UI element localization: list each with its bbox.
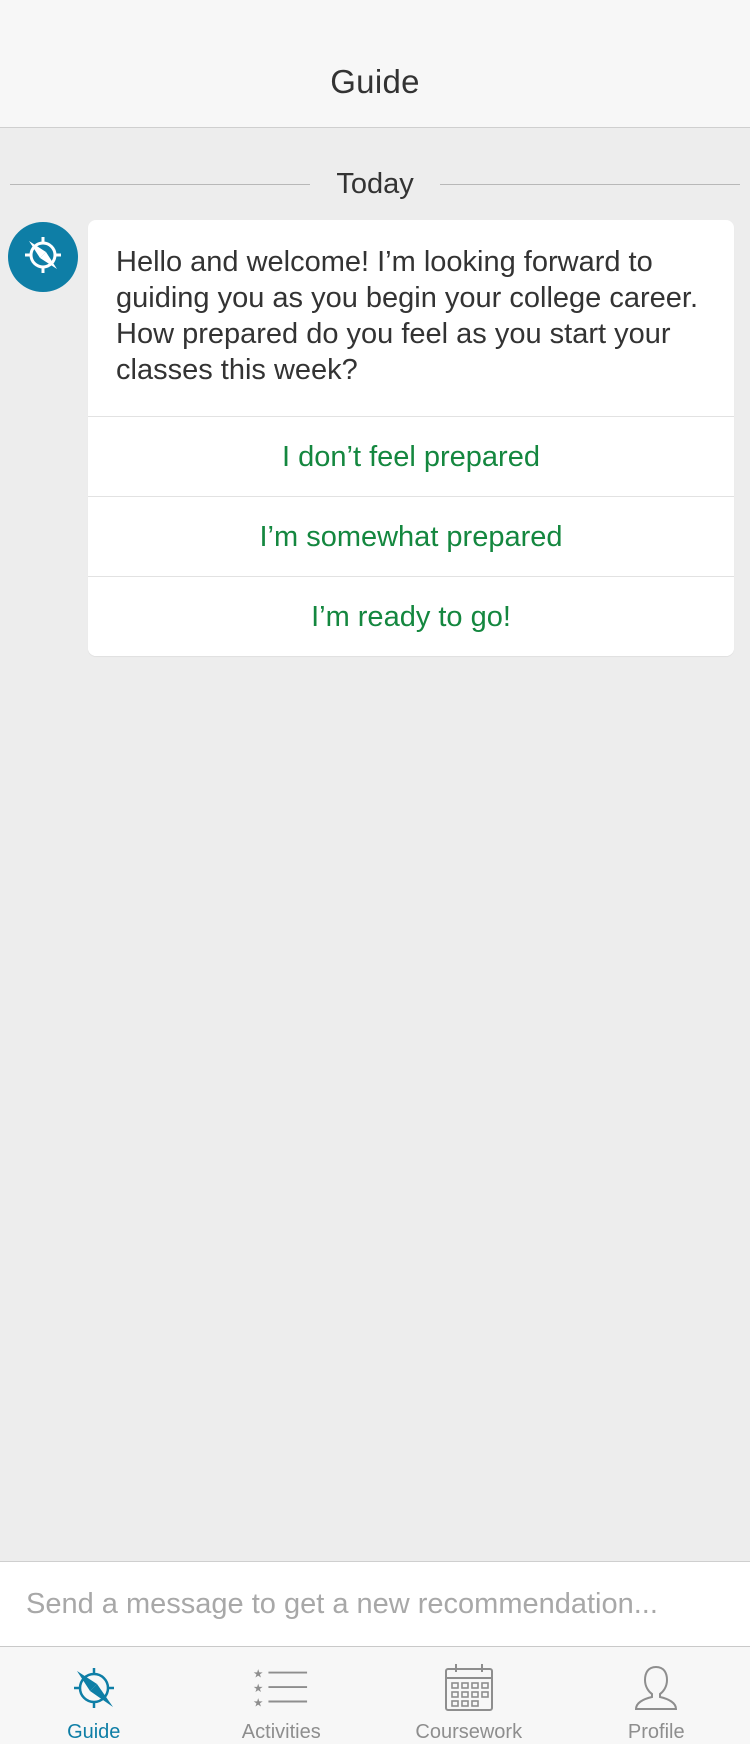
- compass-icon: [21, 233, 65, 282]
- message-text: Hello and welcome! I’m looking forward t…: [116, 246, 698, 386]
- tab-label: Coursework: [415, 1721, 523, 1743]
- tab-profile[interactable]: Profile: [563, 1647, 750, 1744]
- date-label: Today: [336, 167, 414, 200]
- tab-label: Profile: [627, 1721, 685, 1743]
- divider-line-right: [439, 183, 741, 185]
- person-icon: [628, 1663, 684, 1713]
- guide-message-card: Hello and welcome! I’m looking forward t…: [88, 220, 734, 656]
- svg-text:★: ★: [253, 1695, 263, 1709]
- tab-bar: Guide ★ ★ ★ Activities Coursework Profil…: [0, 1646, 750, 1744]
- tab-guide[interactable]: Guide: [0, 1647, 188, 1744]
- compass-icon: [66, 1663, 122, 1713]
- message-input[interactable]: [26, 1587, 726, 1621]
- tab-activities[interactable]: ★ ★ ★ Activities: [188, 1647, 376, 1744]
- message-composer: [0, 1561, 750, 1646]
- reply-option-ready[interactable]: I’m ready to go!: [88, 576, 734, 656]
- guide-avatar: [8, 222, 78, 292]
- divider-line-left: [10, 183, 311, 185]
- page-title: Guide: [330, 63, 420, 100]
- tab-label: Activities: [241, 1721, 321, 1743]
- date-divider: Today: [10, 164, 741, 204]
- list-icon: ★ ★ ★: [253, 1663, 309, 1713]
- calendar-icon: [441, 1663, 497, 1713]
- tab-coursework[interactable]: Coursework: [375, 1647, 563, 1744]
- reply-option-not-prepared[interactable]: I don’t feel prepared: [88, 416, 734, 496]
- tab-label: Guide: [67, 1721, 121, 1743]
- navigation-bar: Guide: [0, 0, 750, 128]
- svg-text:★: ★: [253, 1681, 263, 1695]
- svg-text:★: ★: [253, 1666, 263, 1680]
- guide-screen: Guide Today Hello and welcome! I’m looki…: [0, 0, 750, 1744]
- reply-option-somewhat-prepared[interactable]: I’m somewhat prepared: [88, 496, 734, 576]
